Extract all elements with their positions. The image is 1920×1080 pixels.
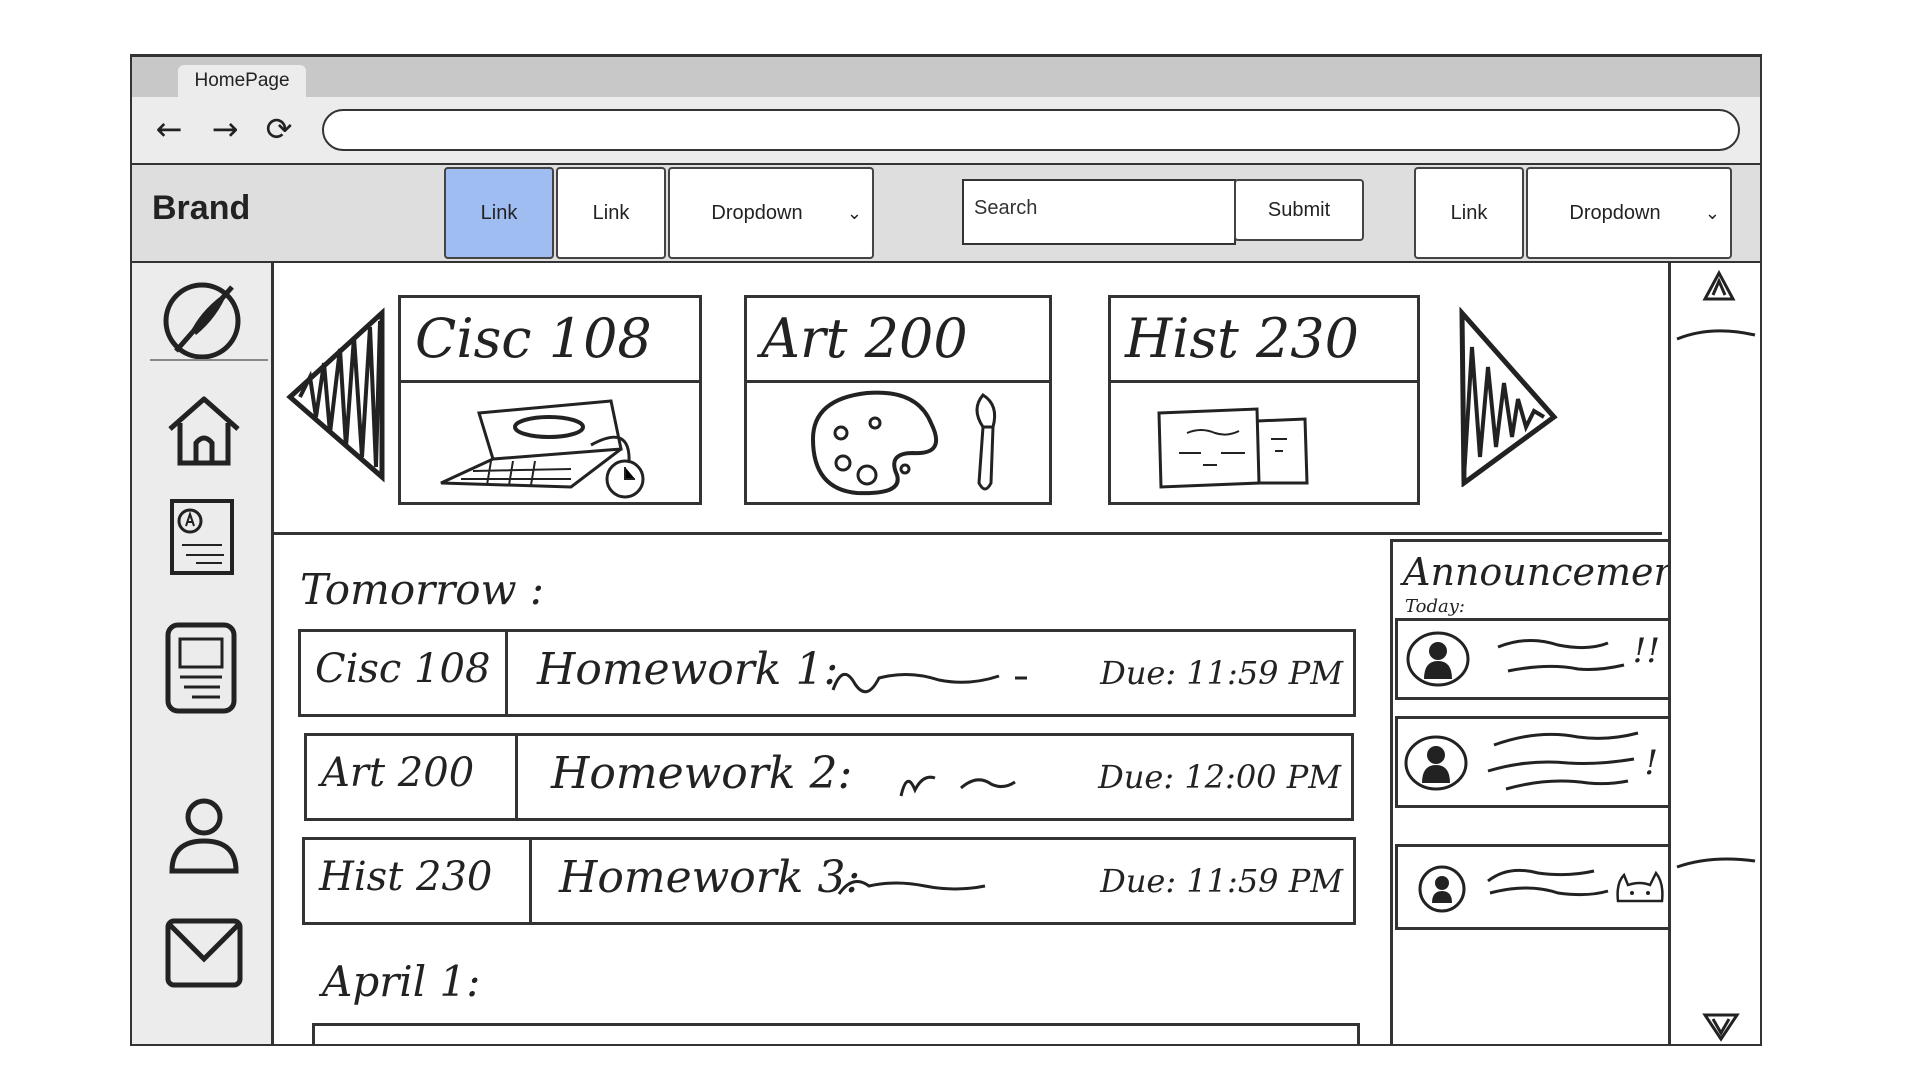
row-divider <box>515 736 518 818</box>
section-tomorrow-label: Tomorrow : <box>300 565 545 614</box>
course-card[interactable]: Art 200 <box>744 295 1052 505</box>
course-card-title: Cisc 108 <box>401 298 699 383</box>
browser-window: HomePage ← → ⟳ Brand Link Link Dropdown … <box>130 54 1762 1046</box>
scroll-down-icon[interactable] <box>1701 1011 1741 1043</box>
announcement-mark: !! <box>1632 631 1660 671</box>
assignment-row-partial[interactable] <box>312 1023 1360 1044</box>
submit-button[interactable]: Submit <box>1234 179 1364 241</box>
scrollbar[interactable] <box>1668 263 1761 1044</box>
tab-homepage[interactable]: HomePage <box>178 65 306 97</box>
nav-link-label: Link <box>1450 201 1488 224</box>
nav-dropdown-right[interactable]: Dropdown ⌄ <box>1526 167 1732 259</box>
nav-link-label: Link <box>592 201 630 224</box>
scroll-thumb[interactable] <box>1671 323 1761 883</box>
announcement-item[interactable]: !! <box>1395 618 1673 700</box>
forward-icon[interactable]: → <box>206 111 244 147</box>
app-navbar: Brand Link Link Dropdown ⌄ Search Submit… <box>132 165 1760 263</box>
reload-icon[interactable]: ⟳ <box>260 111 298 147</box>
course-card-title: Art 200 <box>747 298 1049 383</box>
course-carousel: Cisc 108 Art 200 Hist 230 <box>274 263 1662 535</box>
assignment-row[interactable]: Art 200 Homework 2: Due: 12:00 PM <box>304 733 1354 821</box>
carousel-prev-arrow-icon[interactable] <box>282 307 392 487</box>
assignment-title[interactable]: Homework 2: <box>551 748 852 799</box>
notes-icon[interactable] <box>162 619 242 719</box>
avatar <box>1404 731 1639 791</box>
chevron-down-icon: ⌄ <box>846 203 862 223</box>
announcements-subtitle: Today: <box>1405 596 1465 617</box>
chevron-down-icon: ⌄ <box>1704 203 1720 223</box>
nav-dropdown[interactable]: Dropdown ⌄ <box>668 167 874 259</box>
user-icon[interactable] <box>162 793 246 877</box>
brand-logo[interactable]: Brand <box>152 189 250 228</box>
carousel-next-arrow-icon[interactable] <box>1452 307 1562 487</box>
assignment-due: Due: 11:59 PM <box>1100 862 1343 900</box>
nav-dropdown-label: Dropdown <box>1569 201 1661 224</box>
cat-icon <box>1616 870 1664 903</box>
section-date-label: April 1: <box>322 957 481 1006</box>
document-icon[interactable] <box>166 495 238 579</box>
nav-link-right[interactable]: Link <box>1414 167 1524 259</box>
search-input[interactable]: Search <box>962 179 1236 245</box>
url-input[interactable] <box>322 109 1740 151</box>
papers-icon <box>1157 407 1309 489</box>
nav-link[interactable]: Link <box>556 167 666 259</box>
back-icon[interactable]: ← <box>150 111 188 147</box>
palette-icon <box>810 390 997 496</box>
announcement-mark: ! <box>1644 743 1658 783</box>
assignment-due: Due: 11:59 PM <box>1100 654 1343 692</box>
announcement-item[interactable] <box>1395 844 1673 930</box>
announcement-item[interactable]: ! <box>1395 716 1673 808</box>
laptop-icon <box>440 399 645 499</box>
nav-dropdown-label: Dropdown <box>711 201 803 224</box>
scribble-text <box>899 775 1016 797</box>
home-icon[interactable] <box>162 389 246 473</box>
nav-link-label: Link <box>480 201 518 224</box>
sidebar-divider <box>150 359 268 361</box>
assignment-title[interactable]: Homework 1: <box>537 644 838 695</box>
assignment-due: Due: 12:00 PM <box>1098 758 1341 796</box>
nav-link-active[interactable]: Link <box>444 167 554 259</box>
scribble-text <box>837 880 986 895</box>
assignment-course: Art 200 <box>321 750 475 796</box>
side-icon-bar <box>132 263 274 1044</box>
assignment-row[interactable]: Cisc 108 Homework 1: Due: 11:59 PM <box>298 629 1356 717</box>
assignment-title[interactable]: Homework 3: <box>559 852 860 903</box>
mail-icon[interactable] <box>162 911 246 995</box>
course-card[interactable]: Cisc 108 <box>398 295 702 505</box>
announcements-panel: Announcements: Today: !! ! <box>1390 539 1726 1044</box>
row-divider <box>529 840 532 922</box>
row-divider <box>505 632 508 714</box>
course-card-title: Hist 230 <box>1111 298 1417 383</box>
tab-strip: HomePage <box>132 57 1760 97</box>
avatar <box>1406 631 1625 687</box>
assignment-row[interactable]: Hist 230 Homework 3: Due: 11:59 PM <box>302 837 1356 925</box>
scribble-text <box>831 673 1027 694</box>
scroll-up-icon[interactable] <box>1701 269 1737 303</box>
assignment-course: Cisc 108 <box>315 646 491 692</box>
address-bar-row: ← → ⟳ <box>132 97 1760 165</box>
compass-icon[interactable] <box>162 277 246 361</box>
assignment-course: Hist 230 <box>319 854 493 900</box>
course-card[interactable]: Hist 230 <box>1108 295 1420 505</box>
